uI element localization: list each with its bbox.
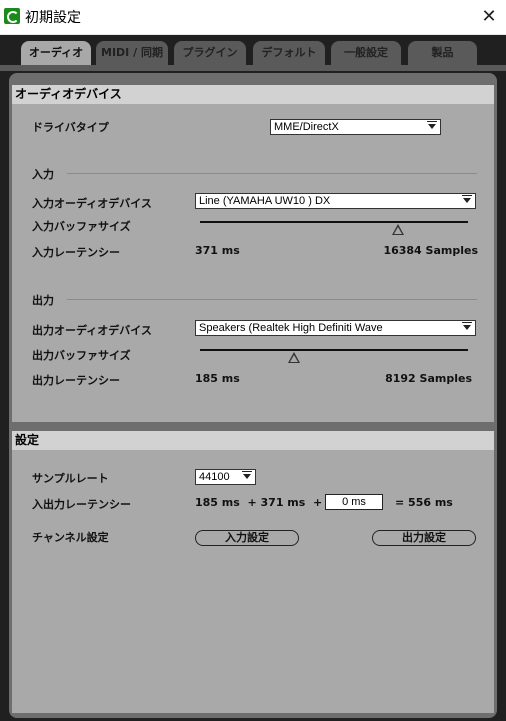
output-latency-label: 出力レーテンシー [32,374,120,387]
output-divider [67,299,477,300]
input-heading: 入力 [32,168,54,181]
tab-strip-base [0,65,506,71]
output-buffer-label: 出力バッファサイズ [32,349,131,362]
output-device-dropdown[interactable]: Speakers (Realtek High Definiti Wave [195,320,476,336]
tab-defaults[interactable]: デフォルト [253,41,325,65]
input-device-dropdown[interactable]: Line (YAMAHA UW10 ) DX [195,193,476,209]
title-bar: 初期設定 ✕ [0,0,506,35]
tab-product[interactable]: 製品 [408,41,477,65]
input-buffer-slider[interactable] [200,221,468,223]
chevron-down-icon [462,322,472,330]
sample-rate-value: 44100 [199,471,230,483]
audio-device-section: ドライバタイプ MME/DirectX 入力 入力オーディオデバイス Line … [12,104,494,422]
tab-midi-sync[interactable]: MIDI / 同期 [96,41,168,65]
app-logo-icon [4,8,20,24]
window-title: 初期設定 [25,10,81,26]
chevron-down-icon [242,471,252,479]
output-buffer-slider-handle[interactable] [287,352,300,363]
section-heading-settings: 設定 [12,431,494,450]
settings-section: サンプルレート 44100 入出力レーテンシー 185 ms + 371 ms … [12,450,494,713]
output-latency-samples: 8192 Samples [385,372,472,385]
io-latency-label: 入出力レーテンシー [32,498,131,511]
channel-config-label: チャンネル設定 [32,531,109,544]
input-latency-samples: 16384 Samples [383,244,478,257]
output-device-label: 出力オーディオデバイス [32,324,152,337]
sample-rate-label: サンプルレート [32,472,109,485]
input-config-button[interactable]: 入力設定 [195,530,299,546]
preferences-frame: オーディオ MIDI / 同期 プラグイン デフォルト 一般設定 製品 オーディ… [0,35,506,721]
io-latency-sum: 185 ms + 371 ms + [195,496,323,509]
output-latency-value: 185 ms [195,372,240,385]
output-device-value: Speakers (Realtek High Definiti Wave [199,322,383,334]
sample-rate-dropdown[interactable]: 44100 [195,469,256,485]
tab-audio[interactable]: オーディオ [21,41,91,65]
input-buffer-label: 入力バッファサイズ [32,220,131,233]
tab-plugins[interactable]: プラグイン [174,41,246,65]
output-config-button[interactable]: 出力設定 [372,530,476,546]
chevron-down-icon [462,195,472,203]
close-button[interactable]: ✕ [472,0,506,34]
driver-type-dropdown[interactable]: MME/DirectX [270,119,441,135]
section-heading-audio-device: オーディオデバイス [12,85,494,104]
input-device-value: Line (YAMAHA UW10 ) DX [199,195,331,207]
driver-type-value: MME/DirectX [274,121,339,133]
input-buffer-slider-handle[interactable] [392,224,405,235]
input-device-label: 入力オーディオデバイス [32,197,152,210]
latency-offset-input[interactable]: 0 ms [325,494,383,510]
io-latency-total: = 556 ms [395,496,453,509]
input-latency-value: 371 ms [195,244,240,257]
chevron-down-icon [427,121,437,129]
tab-general[interactable]: 一般設定 [331,41,401,65]
output-buffer-slider[interactable] [200,349,468,351]
input-latency-label: 入力レーテンシー [32,246,120,259]
output-heading: 出力 [32,294,54,307]
driver-type-label: ドライバタイプ [32,121,109,134]
input-divider [67,173,477,174]
